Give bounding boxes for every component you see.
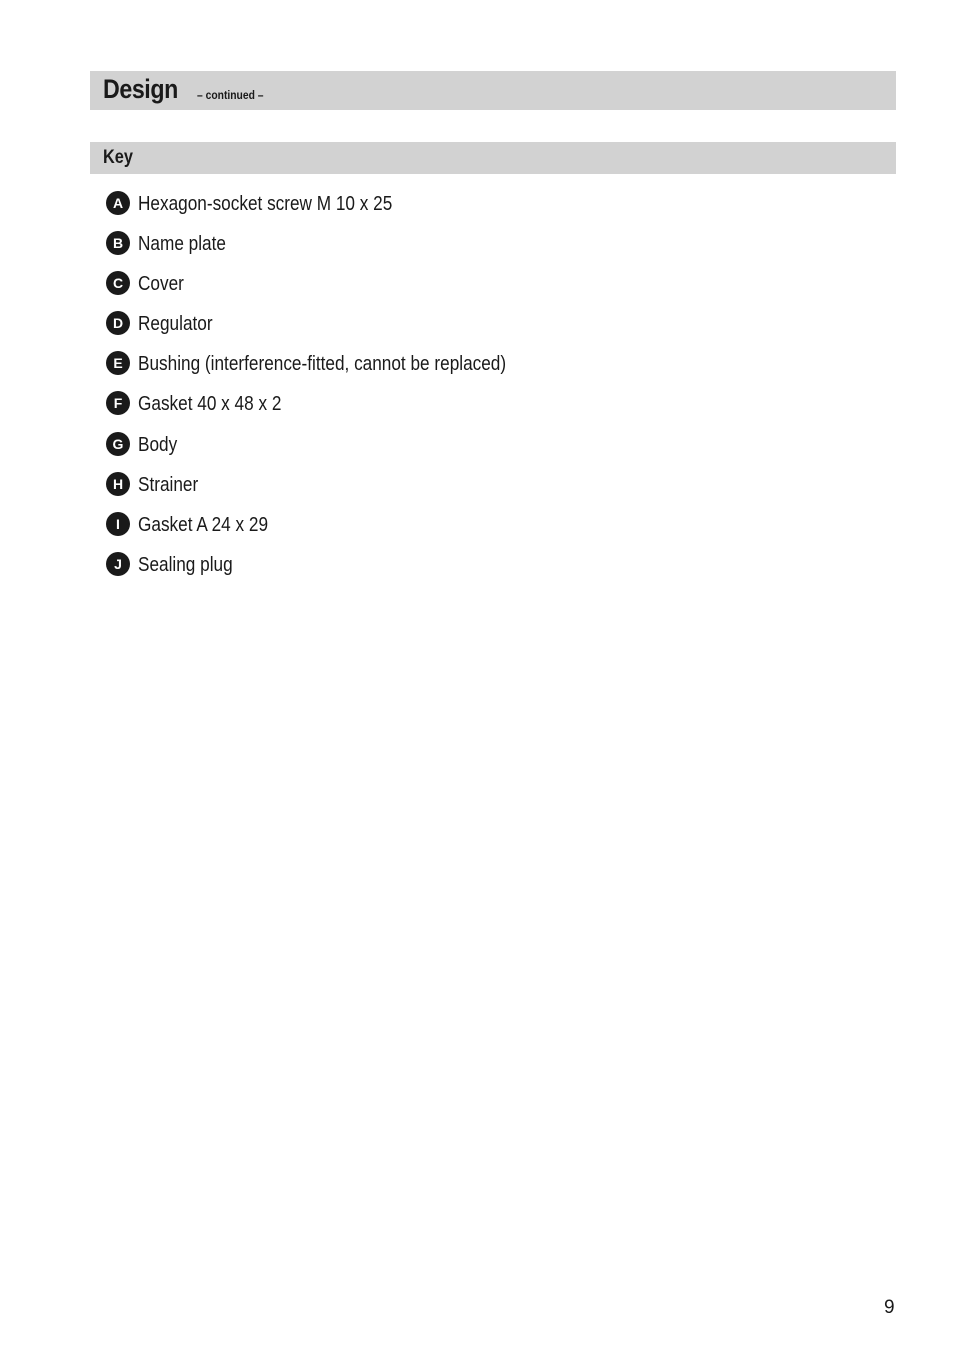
key-item-label: Cover (138, 273, 184, 296)
key-item-label: Regulator (138, 313, 213, 336)
key-item-label: Gasket 40 x 48 x 2 (138, 393, 282, 416)
letter-badge-icon: F (106, 391, 130, 416)
letter-badge-icon: J (106, 551, 130, 576)
key-item-label: Sealing plug (138, 553, 233, 576)
letter-badge-icon: E (106, 351, 130, 376)
key-item: H Strainer (106, 471, 566, 512)
key-list: A Hexagon-socket screw M 10 x 25 B Name … (106, 191, 566, 592)
section-subtitle: – continued – (197, 88, 264, 102)
key-title: Key (103, 147, 133, 168)
letter-badge-icon: A (106, 191, 130, 215)
letter-badge-icon: I (106, 511, 130, 536)
key-item-label: Name plate (138, 233, 226, 256)
key-item: F Gasket 40 x 48 x 2 (106, 391, 566, 431)
key-item-label: Gasket A 24 x 29 (138, 513, 269, 536)
key-item-label: Bushing (interference-fitted, cannot be … (138, 353, 507, 376)
key-header-bar: Key (90, 142, 896, 174)
key-item: B Name plate (106, 231, 566, 271)
letter-badge-icon: H (106, 471, 130, 496)
section-title: Design (103, 74, 178, 104)
key-item-label: Hexagon-socket screw M 10 x 25 (138, 193, 393, 215)
key-item: G Body (106, 431, 566, 472)
letter-badge-icon: B (106, 231, 130, 256)
key-item: I Gasket A 24 x 29 (106, 511, 566, 552)
letter-badge-icon: G (106, 431, 130, 456)
key-item: C Cover (106, 271, 566, 311)
letter-badge-icon: D (106, 311, 130, 336)
key-item-label: Body (138, 433, 178, 456)
key-item: J Sealing plug (106, 551, 566, 592)
key-item: D Regulator (106, 311, 566, 351)
letter-badge-icon: C (106, 271, 130, 296)
key-item: A Hexagon-socket screw M 10 x 25 (106, 191, 566, 231)
section-header-bar: Design – continued – (90, 71, 896, 110)
page-number: 9 (884, 1297, 895, 1318)
key-item: E Bushing (interference-fitted, cannot b… (106, 351, 566, 391)
key-item-label: Strainer (138, 473, 199, 496)
